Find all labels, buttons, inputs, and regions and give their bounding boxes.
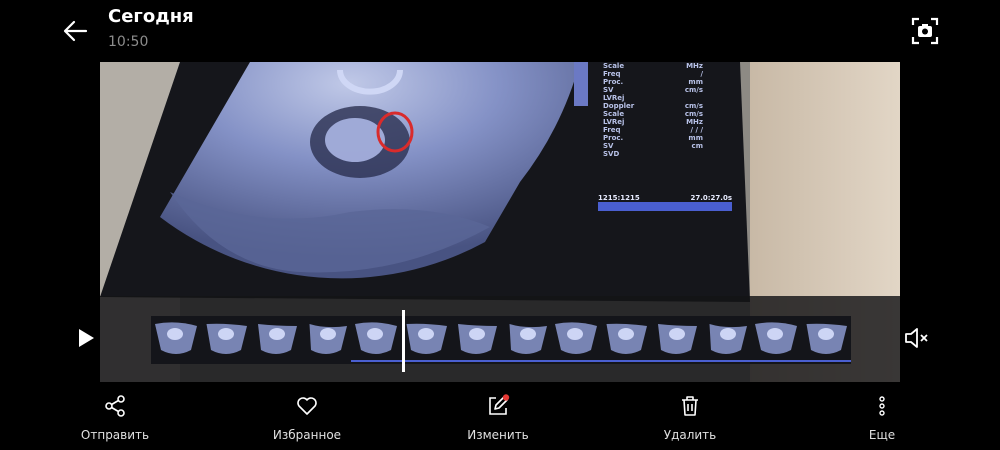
scan-param-key: Proc. — [603, 134, 624, 142]
more-vertical-icon — [879, 396, 885, 416]
volume-muted-icon — [905, 328, 928, 348]
scan-param-value: / — [700, 70, 703, 78]
frame-thumbnail[interactable] — [151, 316, 201, 364]
scan-param-value: / / / — [690, 126, 703, 134]
frame-image — [351, 316, 401, 364]
frame-image — [451, 316, 501, 364]
delete-label: Удалить — [663, 428, 717, 442]
favorite-label: Избранное — [272, 428, 342, 442]
frame-image — [701, 316, 751, 364]
share-button[interactable]: Отправить — [60, 394, 170, 444]
edit-label: Изменить — [467, 428, 529, 442]
scan-param-key: Scale — [603, 62, 625, 70]
scan-param-key: Scale — [603, 110, 625, 118]
frame-thumbnail[interactable] — [501, 316, 551, 364]
scan-param-row: Proc. mm — [603, 134, 703, 142]
scan-param-row: Proc. mm — [603, 78, 703, 86]
scan-param-key: Freq — [603, 126, 621, 134]
scan-param-key: Doppler — [603, 102, 635, 110]
scan-param-row: SVD — [603, 150, 703, 158]
scan-param-key: SV — [603, 142, 614, 150]
scan-param-key: LVRej — [603, 118, 625, 126]
scan-param-key: Freq — [603, 70, 621, 78]
frame-image — [501, 316, 551, 364]
screenshot-button[interactable] — [910, 16, 940, 46]
frame-image — [551, 316, 601, 364]
mute-button[interactable] — [903, 327, 929, 349]
heart-icon — [297, 397, 317, 415]
scan-param-value — [653, 94, 703, 102]
scan-param-row: Freq / / / — [603, 126, 703, 134]
delete-button[interactable]: Удалить — [635, 394, 745, 444]
scan-param-row: Freq / — [603, 70, 703, 78]
frame-thumbnail[interactable] — [201, 316, 251, 364]
scan-param-value: cm/s — [684, 86, 703, 94]
scan-param-value: cm/s — [684, 102, 703, 110]
share-icon — [105, 395, 125, 417]
frame-thumbnail[interactable] — [601, 316, 651, 364]
scan-param-value: MHz — [686, 118, 703, 126]
frame-thumbnail[interactable] — [801, 316, 851, 364]
scan-param-row: LVRej MHz — [603, 118, 703, 126]
frame-image — [601, 316, 651, 364]
edit-icon — [489, 394, 510, 415]
frame-image — [751, 316, 801, 364]
frame-thumbnail[interactable] — [651, 316, 701, 364]
scan-param-value: mm — [688, 78, 703, 86]
timestamp: 10:50 — [108, 34, 149, 50]
frame-thumbnail[interactable] — [401, 316, 451, 364]
scan-param-row: Scale cm/s — [603, 110, 703, 118]
frame-thumbnail[interactable] — [551, 316, 601, 364]
play-icon — [79, 329, 94, 347]
favorite-button[interactable]: Избранное — [252, 394, 362, 444]
arrow-left-icon — [63, 20, 88, 42]
frame-thumbnail[interactable] — [301, 316, 351, 364]
frame-image — [151, 316, 201, 364]
play-button[interactable] — [74, 326, 98, 350]
scan-parameters: Scale MHz Freq / Proc. mm SV cm/s LVRej Doppler cm… — [603, 62, 703, 158]
scan-param-key: SV — [603, 86, 614, 94]
frame-counter: 1215:1215 — [598, 194, 640, 202]
scan-param-key: LVRej — [603, 94, 625, 102]
scan-param-value: cm/s — [684, 110, 703, 118]
more-button[interactable]: Еще — [827, 394, 937, 444]
scan-param-key: SVD — [603, 150, 620, 158]
scan-param-value: MHz — [686, 62, 703, 70]
frame-image — [401, 316, 451, 364]
frame-thumbnail[interactable] — [251, 316, 301, 364]
scan-param-row: SV cm — [603, 142, 703, 150]
frame-image — [651, 316, 701, 364]
scan-param-value: mm — [688, 134, 703, 142]
frame-image — [251, 316, 301, 364]
frame-image — [201, 316, 251, 364]
frame-image — [301, 316, 351, 364]
scan-param-value — [653, 150, 703, 158]
scan-param-row: Doppler cm/s — [603, 102, 703, 110]
frame-thumbnail[interactable] — [751, 316, 801, 364]
top-bar: Сегодня 10:50 — [0, 0, 1000, 60]
camera-frame-icon — [911, 17, 939, 45]
scan-param-row: LVRej — [603, 94, 703, 102]
frame-thumbnail[interactable] — [701, 316, 751, 364]
frame-thumbnail[interactable] — [451, 316, 501, 364]
scan-bar: 1215:1215 27.0:27.0s — [598, 194, 732, 202]
back-button[interactable] — [60, 18, 90, 44]
frame-image — [801, 316, 851, 364]
scan-param-value: cm — [691, 142, 703, 150]
playhead[interactable] — [402, 310, 405, 372]
edit-button[interactable]: Изменить — [443, 394, 553, 444]
more-label: Еще — [868, 428, 896, 442]
scan-param-row: SV cm/s — [603, 86, 703, 94]
scan-duration: 27.0:27.0s — [690, 194, 732, 202]
frame-strip[interactable] — [151, 316, 851, 364]
scan-param-key: Proc. — [603, 78, 624, 86]
frame-thumbnail[interactable] — [351, 316, 401, 364]
scan-param-row: Scale MHz — [603, 62, 703, 70]
page-title: Сегодня — [108, 6, 194, 27]
trash-icon — [682, 396, 698, 416]
share-label: Отправить — [80, 428, 150, 442]
